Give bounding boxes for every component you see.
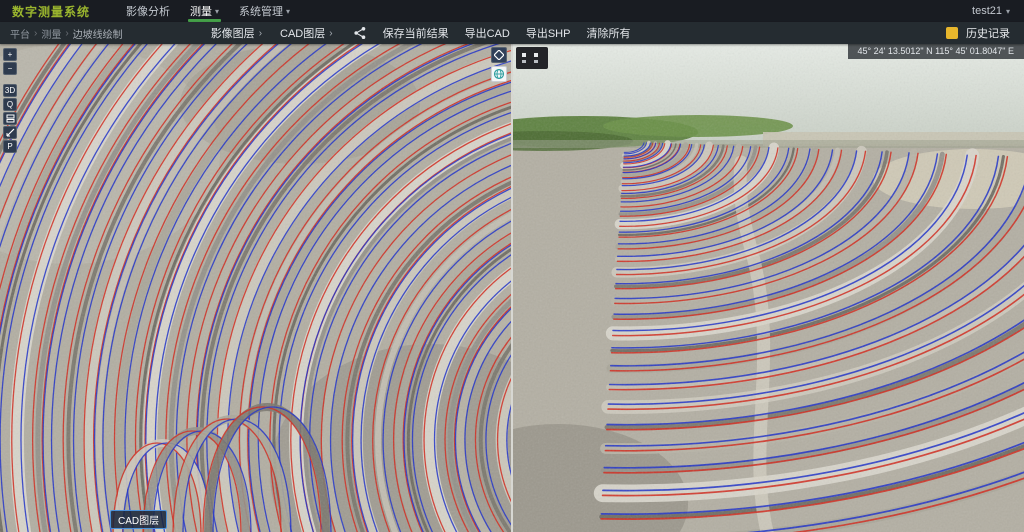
zoom-widget: + − (3, 48, 17, 75)
measure-icon (6, 128, 14, 137)
top-bar: 数字测量系统 影像分析 测量 ▾ 系统管理 ▾ test21 ▾ (0, 0, 1024, 22)
app-window: 数字测量系统 影像分析 测量 ▾ 系统管理 ▾ test21 ▾ 平台 › 测量… (0, 0, 1024, 532)
toolbar-actions: 保存当前结果 导出CAD 导出SHP 清除所有 (383, 25, 647, 41)
main-nav: 影像分析 测量 ▾ 系统管理 ▾ (116, 0, 300, 22)
share-icon-glyph (354, 27, 365, 39)
history-label: 历史记录 (966, 28, 1010, 40)
ortho-terrain-svg (0, 44, 511, 532)
breadcrumb-separator: › (34, 27, 38, 39)
scene-3d-panel[interactable]: 45° 24' 13.5012" N 115° 45' 01.8047" E (513, 44, 1024, 532)
menu-label: CAD图层 (280, 28, 326, 40)
globe-icon (493, 68, 505, 80)
breadcrumb: 平台 › 测量 › 边坡线绘制 (10, 26, 123, 41)
layers-button[interactable] (3, 112, 17, 125)
export-cad-button[interactable]: 导出CAD (465, 25, 510, 41)
menu-label: 影像图层 (210, 28, 255, 40)
nav-label: 影像分析 (126, 6, 171, 18)
zoom-out-button[interactable]: − (3, 62, 17, 75)
map-stage: + − 3D Q P CAD图层 45° 24' 13.5012" N 115°… (0, 44, 1024, 532)
zoom-in-button[interactable]: + (3, 48, 17, 61)
cad-layer-menu[interactable]: CAD图层 › (280, 25, 333, 41)
layers-icon (6, 114, 14, 123)
save-results-button[interactable]: 保存当前结果 (383, 25, 449, 41)
query-button[interactable]: Q (3, 98, 17, 111)
chevron-down-icon: ▾ (286, 6, 291, 16)
nav-item-system-admin[interactable]: 系统管理 ▾ (229, 0, 300, 22)
coordinates-readout: 45° 24' 13.5012" N 115° 45' 01.8047" E (847, 44, 1024, 59)
share-icon[interactable] (351, 25, 369, 41)
nav-label: 测量 (190, 6, 213, 18)
breadcrumb-current: 边坡线绘制 (72, 29, 123, 41)
breadcrumb-item[interactable]: 测量 (41, 26, 61, 41)
globe-button[interactable] (491, 66, 507, 82)
nav-label: 系统管理 (239, 6, 284, 18)
user-menu[interactable]: test21 ▾ (972, 5, 1010, 17)
map-corner-buttons (491, 47, 507, 82)
image-layer-menu[interactable]: 影像图层 › (211, 25, 262, 41)
nav-item-survey[interactable]: 测量 ▾ (180, 0, 229, 22)
app-logo: 数字测量系统 (12, 4, 91, 19)
history-button[interactable]: 历史记录 (946, 25, 1010, 41)
export-shp-button[interactable]: 导出SHP (526, 25, 571, 41)
history-icon (946, 27, 958, 39)
layer-menus: 影像图层 › CAD图层 › (211, 25, 351, 41)
breadcrumb-separator: › (65, 27, 69, 39)
clear-all-button[interactable]: 清除所有 (586, 25, 630, 41)
view-3d-button[interactable]: 3D (3, 84, 17, 97)
scene-terrain-svg (513, 44, 1024, 532)
basemap-toggle-button[interactable] (491, 47, 507, 63)
ortho-map-panel[interactable]: + − 3D Q P CAD图层 (0, 44, 511, 532)
chevron-right-icon: › (329, 27, 333, 39)
cad-layer-chip[interactable]: CAD图层 (110, 510, 168, 529)
print-button[interactable]: P (3, 140, 17, 153)
user-name: test21 (972, 5, 1002, 17)
chevron-right-icon: › (258, 27, 263, 39)
breadcrumb-item[interactable]: 平台 (10, 26, 30, 41)
chevron-down-icon: ▾ (215, 6, 220, 16)
split-divider[interactable] (511, 44, 513, 532)
map-tool-column: 3D Q P (3, 84, 17, 153)
compass-icon (522, 53, 538, 63)
measure-button[interactable] (3, 126, 17, 139)
basemap-icon (494, 50, 504, 60)
chevron-down-icon: ▾ (1005, 6, 1010, 16)
compass-widget[interactable] (516, 47, 548, 69)
toolbar: 平台 › 测量 › 边坡线绘制 影像图层 › CAD图层 › 保存当前结果 导出… (0, 22, 1024, 44)
nav-item-image-analysis[interactable]: 影像分析 (116, 0, 180, 22)
